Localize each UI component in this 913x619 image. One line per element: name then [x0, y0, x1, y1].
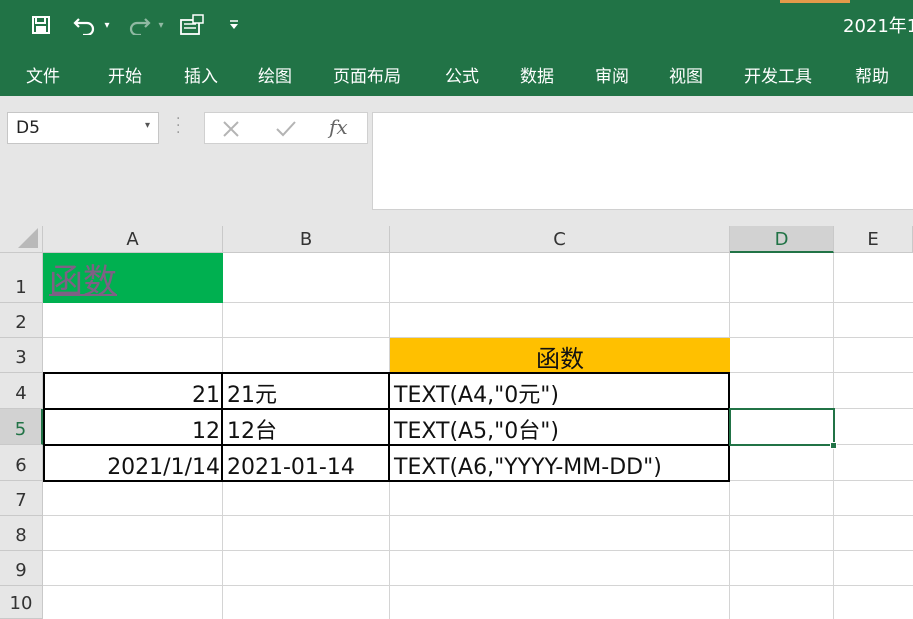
table-border — [221, 372, 223, 482]
save-icon[interactable] — [28, 12, 54, 38]
row-header-3[interactable]: 3 — [0, 338, 43, 373]
cell-b4[interactable]: 21元 — [223, 373, 390, 409]
form-icon[interactable] — [177, 12, 207, 38]
tab-help[interactable]: 帮助 — [855, 62, 889, 87]
tab-insert[interactable]: 插入 — [184, 62, 218, 87]
cell-a4[interactable]: 21 — [43, 373, 223, 409]
tab-draw[interactable]: 绘图 — [258, 62, 292, 87]
row-header-10[interactable]: 10 — [0, 586, 43, 619]
row-header-7[interactable]: 7 — [0, 481, 43, 516]
cell-c6[interactable]: TEXT(A6,"YYYY-MM-DD") — [390, 445, 730, 481]
row-header-6[interactable]: 6 — [0, 445, 43, 481]
table-border — [43, 372, 45, 482]
cell-a6[interactable]: 2021/1/14 — [43, 445, 223, 481]
ribbon-tabs: 文件 开始 插入 绘图 页面布局 公式 数据 审阅 视图 开发工具 帮助 — [0, 50, 913, 96]
redo-dropdown[interactable]: ▾ — [154, 12, 168, 38]
enter-icon[interactable] — [275, 119, 297, 143]
tab-formulas[interactable]: 公式 — [445, 62, 479, 87]
column-header-e[interactable]: E — [834, 226, 913, 253]
chevron-down-icon: ▾ — [104, 19, 110, 31]
column-header-a[interactable]: A — [43, 226, 223, 253]
tab-data[interactable]: 数据 — [520, 62, 554, 87]
row-header-4[interactable]: 4 — [0, 373, 43, 409]
column-header-b[interactable]: B — [223, 226, 390, 253]
table-border — [43, 444, 730, 446]
insert-function-icon[interactable]: fx — [329, 115, 348, 139]
chevron-down-icon: ▾ — [158, 19, 164, 31]
cell-b6[interactable]: 2021-01-14 — [223, 445, 390, 481]
select-all-button[interactable] — [0, 226, 43, 253]
title-bar: ▾ ▾ 2021年1 — [0, 0, 913, 50]
table-border — [43, 408, 730, 410]
cell-c4[interactable]: TEXT(A4,"0元") — [390, 373, 730, 409]
tab-review[interactable]: 审阅 — [595, 62, 629, 87]
tab-file[interactable]: 文件 — [26, 62, 60, 87]
cell-a1[interactable]: 函数 — [43, 253, 223, 303]
fill-handle[interactable] — [830, 442, 837, 449]
tab-view[interactable]: 视图 — [669, 62, 703, 87]
row-header-8[interactable]: 8 — [0, 516, 43, 551]
spreadsheet-grid: A B C D E 1 2 3 4 5 6 7 8 9 10 函数 函数 21 … — [0, 226, 913, 619]
splitter-handle[interactable]: · · · — [176, 112, 180, 140]
formula-area: D5 ▾ · · · fx — [0, 96, 913, 226]
table-border — [388, 372, 390, 482]
formula-input[interactable] — [372, 112, 913, 210]
row-header-1[interactable]: 1 — [0, 253, 43, 303]
row-header-2[interactable]: 2 — [0, 303, 43, 338]
select-all-icon — [18, 228, 38, 248]
column-header-d[interactable]: D — [730, 226, 834, 253]
tab-developer[interactable]: 开发工具 — [744, 62, 812, 87]
cell-c3[interactable]: 函数 — [390, 338, 730, 373]
gridline — [43, 515, 913, 516]
cell-b5[interactable]: 12台 — [223, 409, 390, 445]
customize-qat-icon[interactable] — [226, 12, 242, 38]
tab-page-layout[interactable]: 页面布局 — [333, 62, 401, 87]
name-box[interactable]: D5 ▾ — [7, 112, 159, 144]
title-accent — [780, 0, 850, 3]
row-header-5[interactable]: 5 — [0, 409, 43, 445]
undo-icon[interactable] — [70, 12, 100, 38]
cancel-icon[interactable] — [221, 119, 241, 143]
table-border — [43, 372, 730, 374]
chevron-down-icon[interactable]: ▾ — [145, 120, 150, 131]
active-cell-d5[interactable] — [729, 408, 835, 446]
name-box-value: D5 — [16, 118, 40, 138]
cell-c5[interactable]: TEXT(A5,"0台") — [390, 409, 730, 445]
undo-dropdown[interactable]: ▾ — [100, 12, 114, 38]
document-title: 2021年1 — [843, 16, 913, 37]
table-border — [43, 480, 730, 482]
formula-buttons: fx — [204, 112, 368, 144]
gridline — [43, 550, 913, 551]
row-header-9[interactable]: 9 — [0, 551, 43, 586]
cell-a5[interactable]: 12 — [43, 409, 223, 445]
redo-icon[interactable] — [124, 12, 154, 38]
tab-home[interactable]: 开始 — [108, 62, 142, 87]
gridline — [43, 585, 913, 586]
column-header-c[interactable]: C — [390, 226, 730, 253]
